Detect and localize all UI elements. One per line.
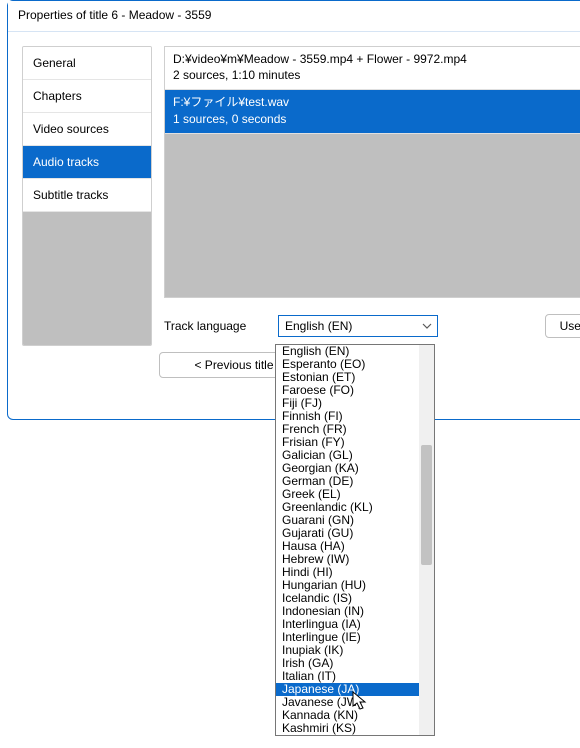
language-option[interactable]: Icelandic (IS) bbox=[276, 592, 419, 605]
language-option[interactable]: English (EN) bbox=[276, 345, 419, 358]
audio-track-list[interactable]: D:¥video¥m¥Meadow - 3559.mp4 + Flower - … bbox=[164, 46, 580, 298]
language-option[interactable]: German (DE) bbox=[276, 475, 419, 488]
language-option[interactable]: Inupiak (IK) bbox=[276, 644, 419, 657]
language-dropdown-list[interactable]: English (EN)Esperanto (EO)Estonian (ET)F… bbox=[275, 344, 435, 736]
language-option[interactable]: Greenlandic (KL) bbox=[276, 501, 419, 514]
language-option[interactable]: Frisian (FY) bbox=[276, 436, 419, 449]
language-option[interactable]: Interlingua (IA) bbox=[276, 618, 419, 631]
track-row[interactable]: F:¥ファイル¥test.wav 1 sources, 0 seconds bbox=[165, 90, 580, 133]
tabs-filler bbox=[23, 212, 151, 345]
language-option[interactable]: Indonesian (IN) bbox=[276, 605, 419, 618]
tab-audio-tracks[interactable]: Audio tracks bbox=[23, 146, 151, 179]
tab-chapters[interactable]: Chapters bbox=[23, 80, 151, 113]
dropdown-options: English (EN)Esperanto (EO)Estonian (ET)F… bbox=[276, 345, 419, 735]
language-option[interactable]: Fiji (FJ) bbox=[276, 397, 419, 410]
track-info: 1 sources, 0 seconds bbox=[173, 111, 580, 127]
language-option[interactable]: Faroese (FO) bbox=[276, 384, 419, 397]
tab-general[interactable]: General bbox=[23, 47, 151, 80]
track-info: 2 sources, 1:10 minutes bbox=[173, 67, 580, 83]
language-option[interactable]: Gujarati (GU) bbox=[276, 527, 419, 540]
track-path: F:¥ファイル¥test.wav bbox=[173, 94, 580, 110]
scrollbar-thumb[interactable] bbox=[421, 445, 432, 565]
use-as-default-button[interactable]: Use a bbox=[545, 314, 580, 338]
track-language-row: Track language English (EN) Use a bbox=[164, 314, 580, 338]
language-option[interactable]: French (FR) bbox=[276, 423, 419, 436]
language-option[interactable]: Greek (EL) bbox=[276, 488, 419, 501]
language-option[interactable]: Hungarian (HU) bbox=[276, 579, 419, 592]
language-option[interactable]: Hausa (HA) bbox=[276, 540, 419, 553]
tab-subtitle-tracks[interactable]: Subtitle tracks bbox=[23, 179, 151, 212]
language-option[interactable]: Guarani (GN) bbox=[276, 514, 419, 527]
track-path: D:¥video¥m¥Meadow - 3559.mp4 + Flower - … bbox=[173, 51, 580, 67]
combobox-value: English (EN) bbox=[285, 319, 352, 333]
chevron-down-icon bbox=[419, 318, 435, 334]
language-option[interactable]: Kannada (KN) bbox=[276, 709, 419, 722]
language-option[interactable]: Galician (GL) bbox=[276, 449, 419, 462]
language-option[interactable]: Irish (GA) bbox=[276, 657, 419, 670]
language-option[interactable]: Italian (IT) bbox=[276, 670, 419, 683]
language-option[interactable]: Hindi (HI) bbox=[276, 566, 419, 579]
track-language-combobox[interactable]: English (EN) bbox=[278, 315, 438, 337]
side-tabs: General Chapters Video sources Audio tra… bbox=[22, 46, 152, 346]
language-option[interactable]: Finnish (FI) bbox=[276, 410, 419, 423]
track-row[interactable]: D:¥video¥m¥Meadow - 3559.mp4 + Flower - … bbox=[165, 47, 580, 90]
language-option[interactable]: Esperanto (EO) bbox=[276, 358, 419, 371]
language-option[interactable]: Georgian (KA) bbox=[276, 462, 419, 475]
language-option[interactable]: Estonian (ET) bbox=[276, 371, 419, 384]
window-title: Properties of title 6 - Meadow - 3559 bbox=[8, 1, 580, 32]
language-option[interactable]: Javanese (JW) bbox=[276, 696, 419, 709]
track-language-label: Track language bbox=[164, 319, 264, 333]
language-option[interactable]: Interlingue (IE) bbox=[276, 631, 419, 644]
tab-video-sources[interactable]: Video sources bbox=[23, 113, 151, 146]
dropdown-scrollbar[interactable] bbox=[419, 345, 434, 735]
language-option[interactable]: Kashmiri (KS) bbox=[276, 722, 419, 735]
language-option[interactable]: Japanese (JA) bbox=[276, 683, 419, 696]
language-option[interactable]: Hebrew (IW) bbox=[276, 553, 419, 566]
